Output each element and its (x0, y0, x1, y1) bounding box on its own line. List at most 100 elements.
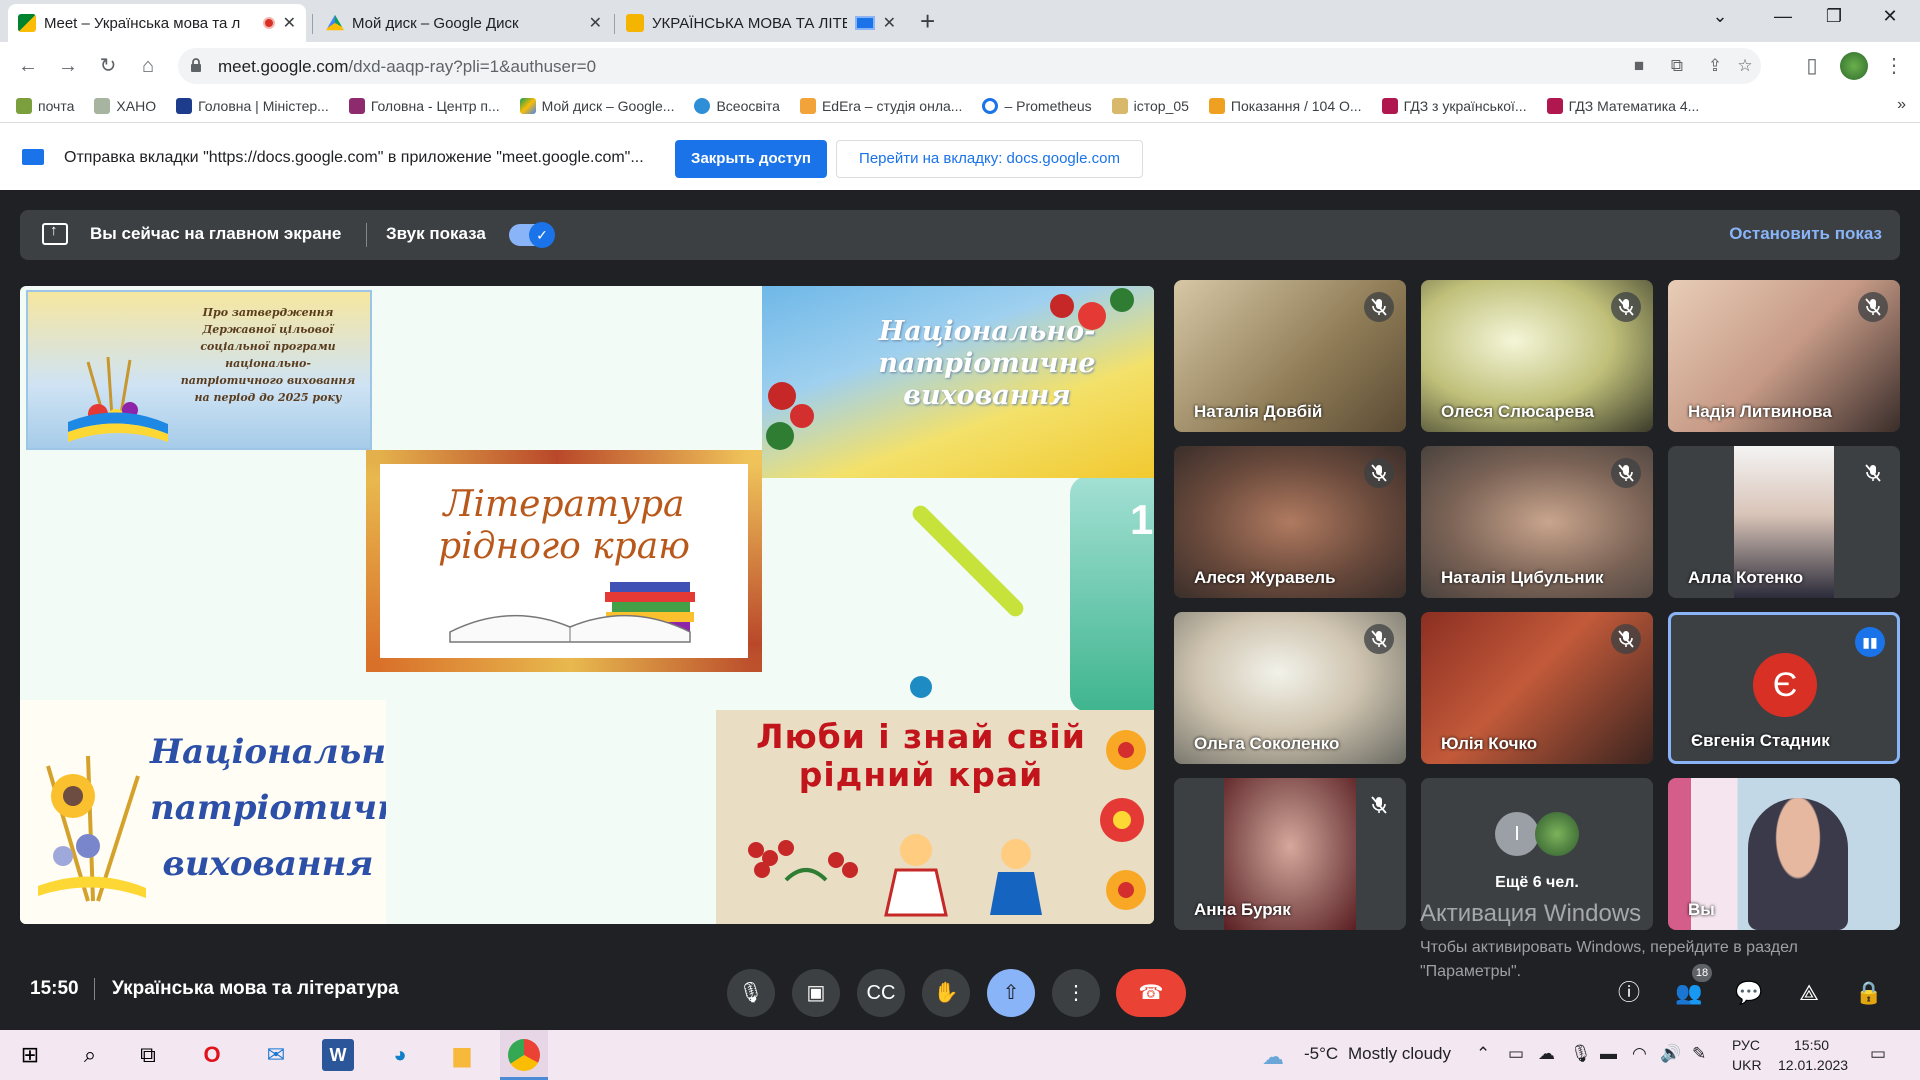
captions-button[interactable]: CC (857, 969, 905, 1017)
task-view-icon[interactable]: ⧉ (132, 1039, 164, 1071)
host-controls-icon[interactable]: 🔒 (1852, 976, 1886, 1010)
microphone-button[interactable]: 🎙 (727, 969, 775, 1017)
participant-name: Надія Литвинова (1688, 402, 1832, 421)
participant-tile[interactable]: Алла Котенко (1668, 446, 1900, 598)
gdz-icon (1546, 98, 1563, 114)
participant-tile[interactable]: Анна Буряк (1174, 778, 1406, 930)
drive-icon (519, 98, 536, 114)
participant-tile[interactable]: Ольга Соколенко (1174, 612, 1406, 764)
notifications-icon[interactable]: ▭ (1870, 1044, 1886, 1064)
bookmark-item[interactable]: ГДЗ Математика 4... (1546, 98, 1699, 114)
chrome-icon[interactable] (508, 1039, 540, 1071)
tab-slides[interactable]: УКРАЇНСЬКА МОВА ТА ЛІТЕ ✕ (616, 4, 906, 42)
audio-label: Звук показа (386, 224, 486, 243)
word-icon[interactable]: W (322, 1039, 354, 1071)
camera-button[interactable]: ▣ (792, 969, 840, 1017)
back-icon[interactable]: ← (14, 52, 42, 80)
stop-access-button[interactable]: Закрыть доступ (675, 140, 827, 178)
activities-icon[interactable]: ⟁ (1792, 976, 1826, 1010)
bookmark-item[interactable]: – Prometheus (982, 98, 1092, 114)
participant-tile[interactable]: Наталія Цибульник (1421, 446, 1653, 598)
weather-description[interactable]: Mostly cloudy (1348, 1044, 1451, 1064)
tray-device-icon[interactable]: ▭ (1508, 1044, 1524, 1064)
leave-call-button[interactable]: ☎ (1116, 969, 1186, 1017)
tab-search-icon[interactable]: ⌄ (1700, 6, 1740, 27)
participant-tile[interactable]: Юлія Кочко (1421, 612, 1653, 764)
close-tab-icon[interactable]: ✕ (283, 13, 296, 33)
stop-presenting-button[interactable]: Остановить показ (1729, 224, 1882, 244)
language-indicator[interactable]: РУС (1732, 1037, 1760, 1053)
mail-icon[interactable]: ✉ (260, 1039, 292, 1071)
file-explorer-icon[interactable]: ▆ (446, 1039, 478, 1071)
bookmark-item[interactable]: EdEra – студія онла... (799, 98, 962, 114)
bookmark-item[interactable]: Мой диск – Google... (519, 98, 674, 114)
weather-icon[interactable]: ☁ (1262, 1044, 1284, 1070)
search-icon[interactable]: ⌕ (74, 1039, 106, 1071)
participant-tile-speaking[interactable]: Є ▮▮ Євгенія Стадник (1668, 612, 1900, 764)
mic-off-icon (1364, 458, 1394, 488)
participant-name: Анна Буряк (1194, 900, 1291, 919)
bookmark-item[interactable]: ГДЗ з української... (1381, 98, 1527, 114)
tray-mic-icon[interactable]: 🎙 (1570, 1044, 1592, 1064)
bookmark-item[interactable]: почта (16, 98, 74, 114)
new-tab-button[interactable]: + (920, 6, 935, 37)
bookmark-item[interactable]: ХАНО (94, 98, 156, 114)
tab-title: УКРАЇНСЬКА МОВА ТА ЛІТЕ (652, 14, 847, 32)
tray-overflow-icon[interactable]: ⌃ (1476, 1044, 1490, 1064)
profile-avatar[interactable] (1840, 52, 1868, 80)
participant-tile[interactable]: Олеся Слюсарева (1421, 280, 1653, 432)
switch-to-tab-button[interactable]: Перейти на вкладку: docs.google.com (836, 140, 1143, 178)
volume-icon[interactable]: 🔊 (1660, 1044, 1681, 1064)
forward-icon[interactable]: → (54, 52, 82, 80)
maximize-button[interactable]: ❐ (1814, 6, 1854, 27)
audio-toggle[interactable]: ✓ (509, 222, 555, 248)
close-tab-icon[interactable]: ✕ (589, 13, 602, 33)
chat-icon[interactable]: 💬 (1732, 976, 1766, 1010)
center-icon (348, 98, 365, 114)
tab-drive[interactable]: Мой диск – Google Диск ✕ (316, 4, 612, 42)
meeting-info-icon[interactable]: ⓘ (1612, 976, 1646, 1010)
camera-icon[interactable]: ■ (1628, 56, 1650, 78)
battery-icon[interactable]: ▬ (1600, 1044, 1617, 1064)
participant-tile[interactable]: Алеся Журавель (1174, 446, 1406, 598)
bookmark-item[interactable]: Показання / 104 О... (1208, 98, 1362, 114)
address-bar[interactable]: meet.google.com/dxd-aaqp-ray?pli=1&authu… (178, 48, 1761, 84)
tab-meet[interactable]: Meet – Українська мова та л ✕ (8, 4, 306, 42)
raise-hand-button[interactable]: ✋ (922, 969, 970, 1017)
bookmark-item[interactable]: Всеосвіта (694, 98, 780, 114)
bookmark-item[interactable]: Головна | Міністер... (176, 98, 329, 114)
onedrive-icon[interactable]: ☁ (1538, 1044, 1555, 1064)
more-options-button[interactable]: ⋮ (1052, 969, 1100, 1017)
present-screen-button[interactable]: ⇧ (987, 969, 1035, 1017)
opera-icon[interactable]: O (196, 1039, 228, 1071)
minimize-button[interactable]: — (1763, 6, 1803, 27)
keyboard-layout[interactable]: UKR (1732, 1057, 1762, 1073)
menu-kebab-icon[interactable]: ⋮ (1880, 52, 1908, 80)
close-tab-icon[interactable]: ✕ (883, 13, 896, 33)
bookmarks-overflow-button[interactable]: » (1897, 96, 1906, 114)
windows-start-icon[interactable]: ⊞ (14, 1039, 46, 1071)
meet-app: Вы сейчас на главном экране Звук показа … (0, 190, 1920, 1030)
participant-tile[interactable]: Наталія Довбій (1174, 280, 1406, 432)
participant-name: Ольга Соколенко (1194, 734, 1340, 753)
ministry-icon (176, 98, 193, 114)
home-icon[interactable]: ⌂ (134, 52, 162, 80)
share-icon[interactable]: ⇪ (1704, 56, 1726, 78)
open-in-new-icon[interactable]: ⧉ (1666, 56, 1688, 78)
side-panel-icon[interactable]: ▯ (1798, 52, 1826, 80)
participant-name: Євгенія Стадник (1691, 731, 1830, 750)
close-window-button[interactable]: ✕ (1870, 6, 1910, 27)
taskbar-clock[interactable]: 15:50 (1794, 1037, 1829, 1053)
check-icon: ✓ (529, 222, 555, 248)
taskbar-date[interactable]: 12.01.2023 (1778, 1057, 1848, 1073)
gdz-icon (1381, 98, 1398, 114)
wifi-icon[interactable]: ◠ (1632, 1044, 1647, 1064)
bookmark-item[interactable]: істор_05 (1111, 98, 1189, 114)
bookmark-item[interactable]: Головна - Центр п... (348, 98, 500, 114)
pen-icon[interactable]: ✎ (1692, 1044, 1706, 1064)
edge-icon[interactable]: ◕ (384, 1039, 416, 1071)
participant-tile[interactable]: Надія Литвинова (1668, 280, 1900, 432)
reload-icon[interactable]: ↻ (94, 52, 122, 80)
bookmark-star-icon[interactable]: ☆ (1734, 56, 1756, 78)
weather-temperature[interactable]: -5°C (1304, 1044, 1338, 1064)
